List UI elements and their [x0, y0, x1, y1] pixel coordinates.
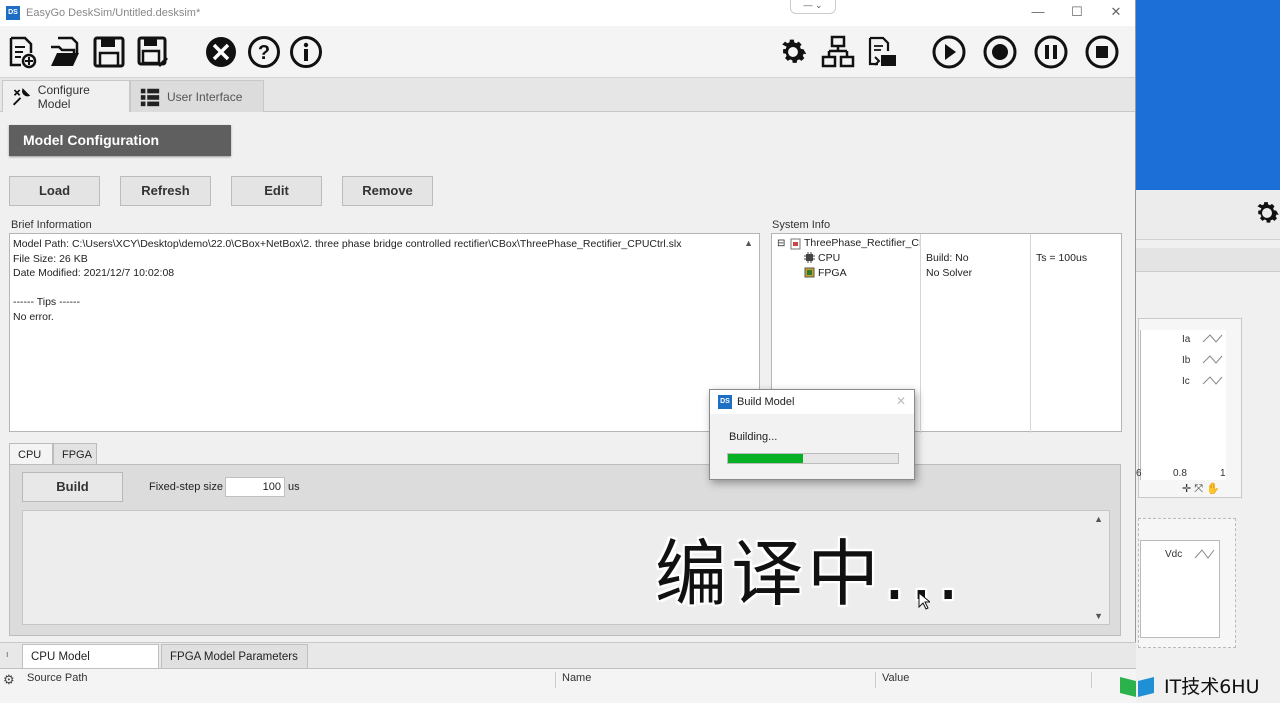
fpga-chip-icon — [804, 267, 815, 278]
tab-configure-model[interactable]: Configure Model — [2, 80, 130, 112]
app-icon: DS — [6, 6, 20, 20]
minimize-button[interactable]: — — [1028, 4, 1048, 19]
col-value[interactable]: Value — [876, 672, 1092, 688]
tab-fpga[interactable]: FPGA — [53, 443, 97, 465]
refresh-button[interactable]: Refresh — [120, 176, 211, 206]
tab-user-interface[interactable]: User Interface — [130, 80, 264, 112]
build-progress-fill — [728, 454, 803, 463]
window-title: EasyGo DeskSim/Untitled.desksim* — [26, 7, 201, 19]
tick-06: 6 — [1136, 468, 1142, 479]
dialog-app-icon: DS — [718, 395, 732, 409]
tab-configure-model-label: Configure Model — [37, 82, 90, 111]
main-tab-bar: Configure Model User Interface — [0, 78, 1135, 112]
model-config-header: Model Configuration — [9, 125, 231, 156]
svg-text:?: ? — [258, 42, 270, 64]
legend-vdc: Vdc — [1165, 549, 1183, 560]
tree-fpga-label[interactable]: FPGA — [818, 267, 847, 279]
cpu-ts-value: Ts = 100us — [1036, 252, 1088, 264]
bottom-tab-bar: ı CPU Model Parameters FPGA Model Parame… — [0, 642, 1136, 687]
side-panel-marker: ı — [6, 649, 9, 659]
tab-fpga-model-params[interactable]: FPGA Model Parameters — [161, 644, 308, 669]
settings-gear-icon[interactable] — [775, 34, 811, 70]
col-name[interactable]: Name — [556, 672, 876, 688]
tools-icon[interactable] — [203, 34, 239, 70]
build-model-dialog[interactable]: DS Build Model ✕ Building... — [709, 389, 915, 480]
pause-icon[interactable] — [1033, 34, 1069, 70]
fpga-solver-status: No Solver — [926, 267, 973, 279]
tab-cpu-model-params[interactable]: CPU Model Parameters — [22, 644, 159, 687]
watermark-text: IT技术6HU — [1164, 676, 1260, 698]
legend-waves-icon — [1202, 334, 1223, 385]
tab-user-interface-label: User Interface — [167, 89, 243, 104]
export-file-icon[interactable] — [864, 34, 900, 70]
brief-info-label: Brief Information — [11, 219, 92, 231]
help-icon[interactable]: ? — [246, 34, 282, 70]
tree-cpu-label[interactable]: CPU — [818, 252, 840, 264]
record-icon[interactable] — [982, 34, 1018, 70]
legend-ic: Ic — [1182, 376, 1190, 387]
legend-ia: Ia — [1182, 334, 1191, 345]
save-icon[interactable] — [91, 34, 127, 70]
tick-1: 1 — [1220, 468, 1226, 479]
log-scroll-up-icon[interactable]: ▲ — [1094, 514, 1103, 524]
scroll-up-icon[interactable]: ▲ — [744, 238, 753, 248]
background-gear-icon[interactable] — [1252, 198, 1280, 236]
model-file-icon — [790, 238, 801, 250]
dialog-title-bar[interactable]: DS Build Model ✕ — [710, 390, 914, 414]
info-icon[interactable] — [288, 34, 324, 70]
tab-cpu[interactable]: CPU — [9, 443, 53, 465]
tree-collapse-icon[interactable]: ⊟ — [777, 238, 785, 249]
tree-root-label[interactable]: ThreePhase_Rectifier_CF — [804, 237, 920, 249]
dialog-title: Build Model — [737, 396, 795, 408]
snap-handle[interactable]: — ⌄ — [790, 0, 836, 14]
system-info-label: System Info — [772, 219, 831, 231]
watermark-logo-icon — [1120, 676, 1154, 697]
save-as-icon[interactable] — [135, 34, 171, 70]
build-progress-bar — [727, 453, 899, 464]
open-folder-icon[interactable] — [47, 34, 83, 70]
close-button[interactable]: ✕ — [1106, 4, 1126, 20]
watermark: IT技术6HU — [1118, 668, 1280, 703]
tips-status-line: No error. — [13, 310, 54, 323]
cpu-build-status: Build: No — [926, 252, 969, 264]
fixed-step-unit: us — [288, 481, 300, 493]
col-source-path[interactable]: Source Path — [21, 672, 556, 688]
legend-vdc-wave-icon — [1194, 549, 1215, 559]
tick-08: 0.8 — [1173, 468, 1187, 479]
date-modified-line: Date Modified: 2021/12/7 10:02:08 — [13, 267, 175, 279]
brief-info-box[interactable]: Model Path: C:\Users\XCY\Desktop\demo\22… — [9, 233, 760, 432]
dialog-close-icon[interactable]: ✕ — [896, 394, 906, 408]
log-scroll-down-icon[interactable]: ▼ — [1094, 611, 1103, 621]
file-size-line: File Size: 26 KB — [13, 252, 88, 265]
background-toolbar-strip — [1136, 248, 1280, 272]
mouse-cursor-icon — [918, 592, 930, 610]
wrench-icon — [12, 87, 31, 105]
main-window: DS EasyGo DeskSim/Untitled.desksim* — ⌄ … — [0, 0, 1136, 703]
edit-button[interactable]: Edit — [231, 176, 322, 206]
toolbar: ? — [0, 26, 1135, 78]
network-tree-icon[interactable] — [820, 34, 856, 70]
list-layout-icon — [140, 88, 160, 106]
load-button[interactable]: Load — [9, 176, 100, 206]
dialog-status-text: Building... — [729, 431, 778, 443]
fixed-step-label: Fixed-step size — [149, 481, 223, 493]
stop-icon[interactable] — [1084, 34, 1120, 70]
maximize-button[interactable]: ☐ — [1067, 4, 1087, 20]
fixed-step-input[interactable]: 100 — [225, 477, 285, 497]
build-button[interactable]: Build — [22, 472, 123, 502]
play-icon[interactable] — [931, 34, 967, 70]
plot-tools-icons[interactable]: ✛ ⤧ ✋ — [1182, 482, 1220, 496]
cpu-chip-icon — [804, 252, 815, 263]
tips-header-line: ------ Tips ------ — [13, 296, 81, 308]
table-settings-gear-icon[interactable]: ⚙ — [3, 672, 15, 688]
new-file-icon[interactable] — [3, 34, 39, 70]
legend-ib: Ib — [1182, 355, 1191, 366]
remove-button[interactable]: Remove — [342, 176, 433, 206]
model-path-line: Model Path: C:\Users\XCY\Desktop\demo\22… — [13, 238, 682, 250]
title-bar[interactable]: DS EasyGo DeskSim/Untitled.desksim* — ⌄ … — [0, 0, 1135, 26]
